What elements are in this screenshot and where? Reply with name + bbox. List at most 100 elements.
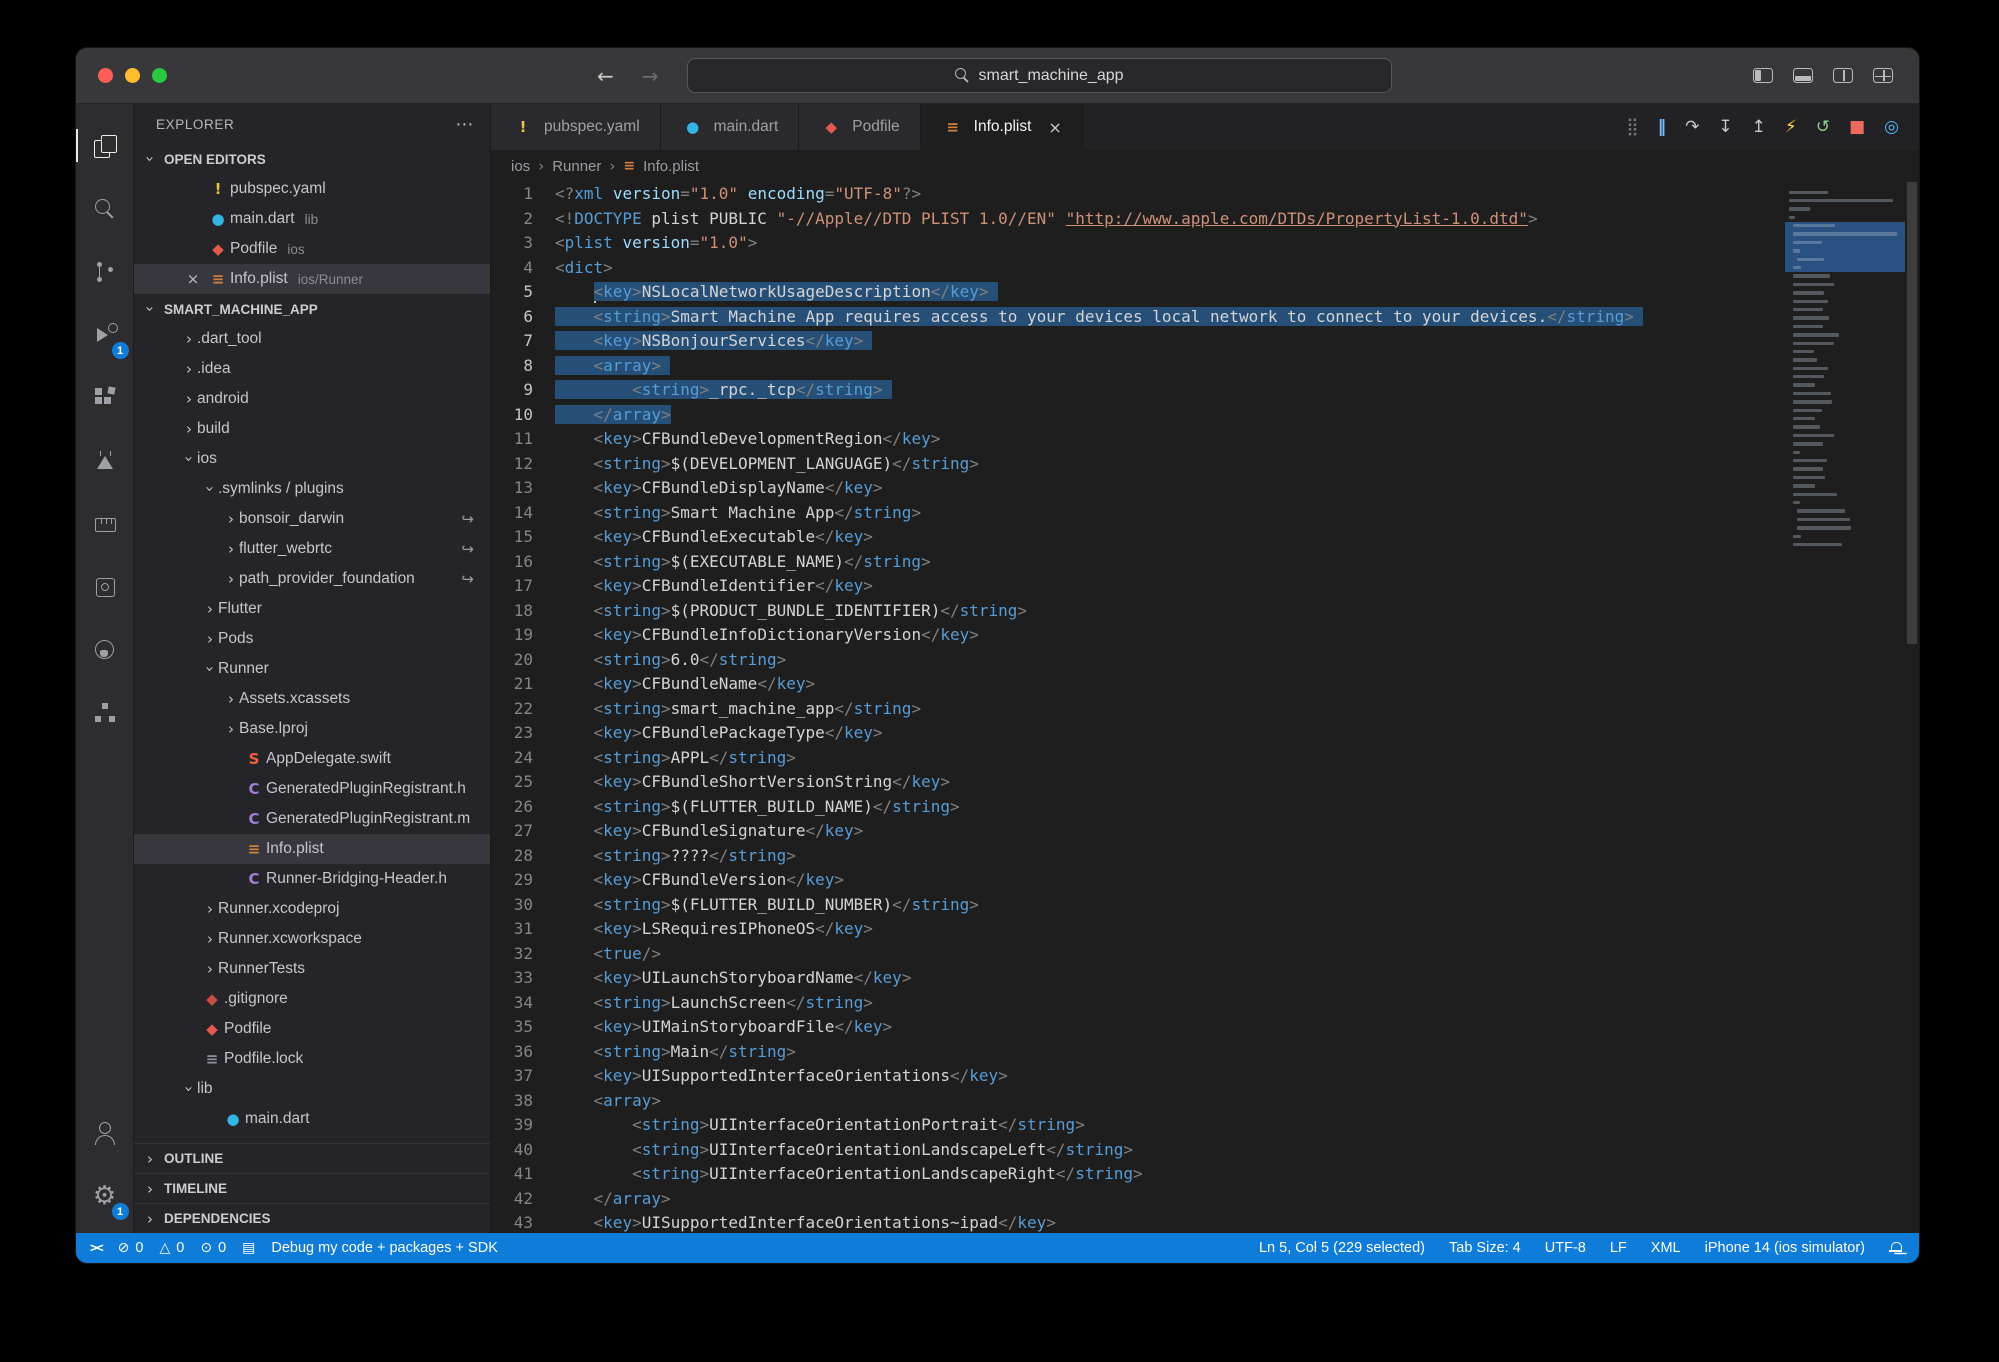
tree-item-podfile[interactable]: ◆Podfile (134, 1014, 490, 1044)
status-item-ports-count[interactable]: ⊙0 (200, 1240, 226, 1256)
code-line[interactable]: 5 <key>NSLocalNetworkUsageDescription</k… (491, 280, 1785, 305)
minimap[interactable] (1785, 182, 1905, 1233)
status-item-remote-indicator[interactable]: >< (90, 1241, 102, 1256)
tree-item-flutter_webrtc[interactable]: ›flutter_webrtc↪ (134, 534, 490, 564)
tree-item-.dart_tool[interactable]: ›.dart_tool (134, 324, 490, 354)
code-line[interactable]: 29 <key>CFBundleVersion</key> (491, 868, 1785, 893)
code-line[interactable]: 15 <key>CFBundleExecutable</key> (491, 525, 1785, 550)
tree-item-ios[interactable]: ›ios (134, 444, 490, 474)
code-line[interactable]: 17 <key>CFBundleIdentifier</key> (491, 574, 1785, 599)
code-line[interactable]: 25 <key>CFBundleShortVersionString</key> (491, 770, 1785, 795)
account-button[interactable] (76, 1101, 134, 1164)
close-tab-icon[interactable]: × (1048, 118, 1061, 137)
sidebar-item-hierarchy[interactable] (76, 681, 134, 744)
tab-podfile[interactable]: ◆Podfile (799, 104, 920, 150)
tree-item-runner-bridging-header.h[interactable]: CRunner-Bridging-Header.h (134, 864, 490, 894)
hot-restart-icon[interactable]: ↺ (1816, 119, 1830, 136)
code-line[interactable]: 42 </array> (491, 1187, 1785, 1212)
tree-item-runner.xcworkspace[interactable]: ›Runner.xcworkspace (134, 924, 490, 954)
split-editor-icon[interactable] (1833, 68, 1853, 83)
tree-item-.idea[interactable]: ›.idea (134, 354, 490, 384)
code-line[interactable]: 18 <string>$(PRODUCT_BUNDLE_IDENTIFIER)<… (491, 599, 1785, 624)
tree-item-podfile.lock[interactable]: ≡Podfile.lock (134, 1044, 490, 1074)
inspector-icon[interactable]: ◎ (1884, 119, 1899, 136)
tree-item-main.dart[interactable]: ●main.dart (134, 1104, 490, 1134)
tree-item-runner.xcodeproj[interactable]: ›Runner.xcodeproj (134, 894, 490, 924)
tree-item-path_provider_foundation[interactable]: ›path_provider_foundation↪ (134, 564, 490, 594)
tree-item-android[interactable]: ›android (134, 384, 490, 414)
tree-item-base.lproj[interactable]: ›Base.lproj (134, 714, 490, 744)
code-line[interactable]: 4<dict> (491, 256, 1785, 281)
status-item-warnings-count[interactable]: △0 (159, 1240, 184, 1256)
tree-item-pods[interactable]: ›Pods (134, 624, 490, 654)
tree-item-build[interactable]: ›build (134, 414, 490, 444)
tree-item-appdelegate.swift[interactable]: SAppDelegate.swift (134, 744, 490, 774)
open-editor-main.dart[interactable]: ●main.dartlib (134, 204, 490, 234)
sidebar-item-todo[interactable] (76, 492, 134, 555)
code-line[interactable]: 19 <key>CFBundleInfoDictionaryVersion</k… (491, 623, 1785, 648)
tree-item-flutter[interactable]: ›Flutter (134, 594, 490, 624)
code-line[interactable]: 32 <true/> (491, 942, 1785, 967)
code-line[interactable]: 27 <key>CFBundleSignature</key> (491, 819, 1785, 844)
status-item-errors-count[interactable]: ⊘0 (118, 1240, 144, 1256)
sidebar-item-github[interactable] (76, 618, 134, 681)
hot-reload-icon[interactable]: ⚡ (1785, 119, 1797, 136)
code-line[interactable]: 2<!DOCTYPE plist PUBLIC "-//Apple//DTD P… (491, 207, 1785, 232)
code-line[interactable]: 14 <string>Smart Machine App</string> (491, 501, 1785, 526)
back-arrow-icon[interactable]: ← (597, 64, 614, 88)
step-into-icon[interactable]: ↧ (1718, 119, 1732, 136)
tree-item-runner[interactable]: ›Runner (134, 654, 490, 684)
code-line[interactable]: 21 <key>CFBundleName</key> (491, 672, 1785, 697)
code-line[interactable]: 6 <string>Smart Machine App requires acc… (491, 305, 1785, 330)
explorer-more-actions-icon[interactable]: ⋯ (455, 114, 474, 135)
toggle-panel-icon[interactable] (1793, 68, 1813, 83)
command-center-search[interactable]: smart_machine_app (687, 58, 1392, 93)
breadcrumb-folder[interactable]: Runner (552, 158, 601, 175)
code-line[interactable]: 40 <string>UIInterfaceOrientationLandsca… (491, 1138, 1785, 1163)
open-editors-header[interactable]: › OPEN EDITORS (134, 144, 490, 174)
code-editor[interactable]: 1<?xml version="1.0" encoding="UTF-8"?>2… (491, 182, 1919, 1233)
tree-item-generatedpluginregistrant.m[interactable]: CGeneratedPluginRegistrant.m (134, 804, 490, 834)
drag-handle-icon[interactable]: ⣿ (1626, 119, 1638, 136)
sidebar-item-remote-explorer[interactable] (76, 555, 134, 618)
open-editor-Podfile[interactable]: ◆Podfileios (134, 234, 490, 264)
code-line[interactable]: 39 <string>UIInterfaceOrientationPortrai… (491, 1113, 1785, 1138)
tab-pubspec.yaml[interactable]: !pubspec.yaml (491, 104, 661, 150)
pause-icon[interactable]: ‖ (1658, 119, 1667, 136)
tab-main.dart[interactable]: ●main.dart (661, 104, 800, 150)
code-line[interactable]: 7 <key>NSBonjourServices</key> (491, 329, 1785, 354)
vertical-scrollbar[interactable] (1905, 182, 1919, 1233)
code-line[interactable]: 10 </array> (491, 403, 1785, 428)
status-item-dart-debug-mode[interactable]: Debug my code + packages + SDK (271, 1240, 498, 1256)
code-line[interactable]: 31 <key>LSRequiresIPhoneOS</key> (491, 917, 1785, 942)
tree-item-bonsoir_darwin[interactable]: ›bonsoir_darwin↪ (134, 504, 490, 534)
status-item-debug-console[interactable]: ▤ (242, 1241, 255, 1255)
code-line[interactable]: 23 <key>CFBundlePackageType</key> (491, 721, 1785, 746)
status-item-cursor-position[interactable]: Ln 5, Col 5 (229 selected) (1259, 1240, 1425, 1256)
code-line[interactable]: 1<?xml version="1.0" encoding="UTF-8"?> (491, 182, 1785, 207)
tree-item-runnertests[interactable]: ›RunnerTests (134, 954, 490, 984)
tree-item-generatedpluginregistrant.h[interactable]: CGeneratedPluginRegistrant.h (134, 774, 490, 804)
toggle-sidebar-icon[interactable] (1753, 68, 1773, 83)
sidebar-item-extensions[interactable] (76, 366, 134, 429)
dependencies-header[interactable]: › DEPENDENCIES (134, 1203, 490, 1233)
zoom-window-button[interactable] (152, 68, 167, 83)
status-item-notifications-bell[interactable] (1889, 1241, 1903, 1255)
minimize-window-button[interactable] (125, 68, 140, 83)
close-editor-icon[interactable]: × (180, 270, 206, 288)
status-item-flutter-device[interactable]: iPhone 14 (ios simulator) (1705, 1240, 1865, 1256)
sidebar-item-explorer[interactable] (76, 114, 134, 177)
open-editor-pubspec.yaml[interactable]: !pubspec.yaml (134, 174, 490, 204)
tree-item-.gitignore[interactable]: ◆.gitignore (134, 984, 490, 1014)
settings-button[interactable]: ⚙1 (76, 1164, 134, 1227)
status-item-language-mode[interactable]: XML (1651, 1240, 1681, 1256)
code-line[interactable]: 16 <string>$(EXECUTABLE_NAME)</string> (491, 550, 1785, 575)
status-item-encoding[interactable]: UTF-8 (1545, 1240, 1586, 1256)
editor-layout-icon[interactable] (1873, 68, 1893, 83)
code-line[interactable]: 13 <key>CFBundleDisplayName</key> (491, 476, 1785, 501)
sidebar-item-source-control[interactable] (76, 240, 134, 303)
breadcrumb-folder[interactable]: ios (511, 158, 530, 175)
code-line[interactable]: 9 <string>_rpc._tcp</string> (491, 378, 1785, 403)
sidebar-item-run-debug[interactable]: 1 (76, 303, 134, 366)
tree-item-info.plist[interactable]: ≡Info.plist (134, 834, 490, 864)
